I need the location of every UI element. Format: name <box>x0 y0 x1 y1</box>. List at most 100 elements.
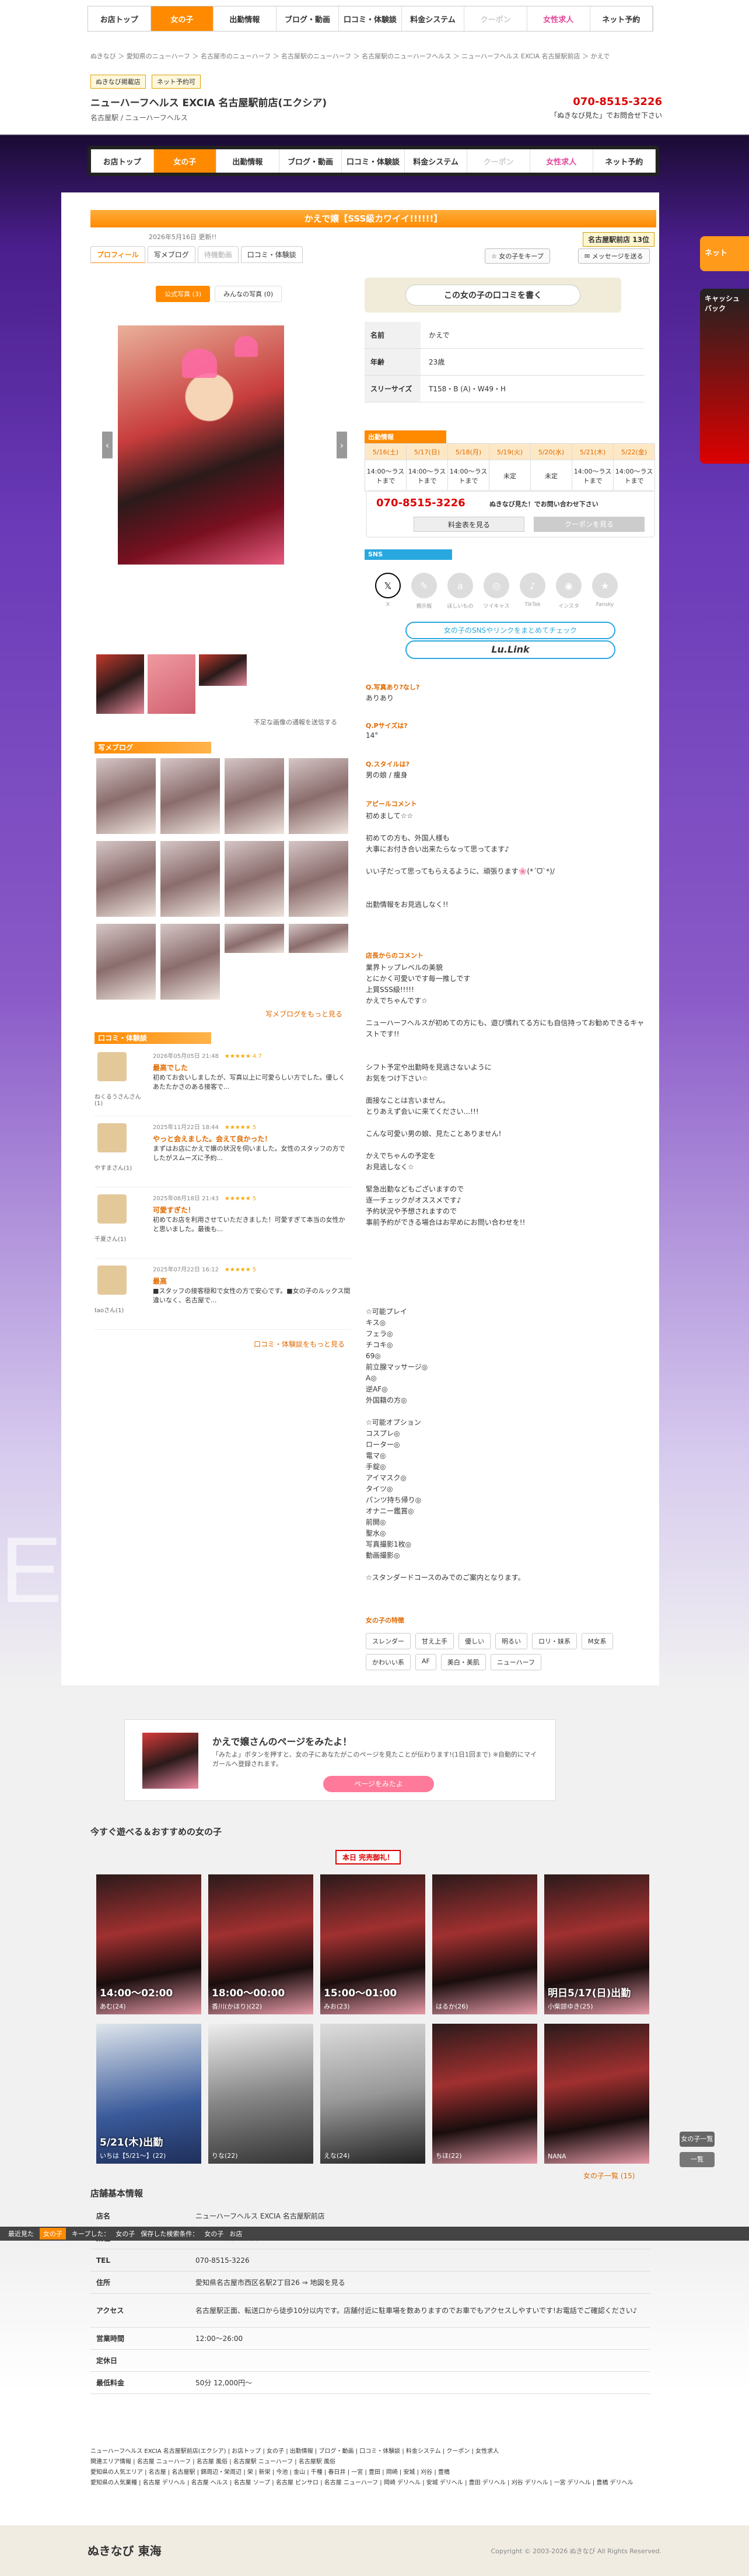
blog-thumbnail[interactable] <box>289 924 348 953</box>
review-more-link[interactable]: 口コミ・体験談をもっと見る <box>254 1339 345 1349</box>
store-address[interactable]: 愛知県名古屋市西区名駅2丁目26 ⇒ 地図を見る <box>195 2277 345 2287</box>
feature-tag[interactable]: 明るい <box>495 1633 527 1649</box>
feature-tag[interactable]: AF <box>415 1654 436 1670</box>
store-name[interactable]: ニューハーフヘルス EXCIA 名古屋駅前店 <box>195 2211 325 2221</box>
main-photo[interactable] <box>118 325 284 565</box>
feature-tag[interactable]: ロリ・妹系 <box>532 1633 577 1649</box>
keep-button[interactable]: ☆ 女の子をキープ <box>485 248 550 264</box>
blog-more-link[interactable]: 写メブログをもっと見る <box>265 1009 342 1019</box>
write-review-button[interactable]: この女の子の口コミを書く <box>405 285 580 306</box>
saved-girls[interactable]: 女の子 <box>204 2229 223 2238</box>
blog-thumbnail[interactable] <box>160 924 220 1000</box>
contact-phone[interactable]: 070-8515-3226 <box>376 497 466 509</box>
mitayo-button[interactable]: ページをみたよ <box>323 1776 434 1792</box>
nav-blog[interactable]: ブログ・動画 <box>276 6 340 31</box>
girl-card[interactable]: NANA <box>544 2024 649 2164</box>
girl-card[interactable]: 18:00〜00:00 香川(かほり)(22) <box>208 1874 313 2014</box>
tab-official-photos[interactable]: 公式写真 (3) <box>156 286 211 302</box>
next-photo-icon[interactable]: › <box>337 432 347 458</box>
nav-girls[interactable]: 女の子 <box>150 6 214 31</box>
list-side-button[interactable]: 一覧 <box>680 2152 715 2167</box>
girl-list-side-button[interactable]: 女の子一覧 <box>680 2132 715 2147</box>
nav2-recruit[interactable]: 女性求人 <box>530 149 593 173</box>
blog-thumbnail[interactable] <box>289 841 348 917</box>
nav-reserve[interactable]: ネット予約 <box>590 6 653 31</box>
blog-thumbnail[interactable] <box>96 758 156 834</box>
x-icon[interactable]: 𝕏 <box>375 573 401 598</box>
nav-reviews[interactable]: 口コミ・体験談 <box>339 6 402 31</box>
blog-thumbnail[interactable] <box>225 758 284 834</box>
blog-thumbnail[interactable] <box>96 841 156 917</box>
photo-thumbnail[interactable] <box>148 654 195 714</box>
blog-thumbnail[interactable] <box>160 841 220 917</box>
footer-links-text[interactable]: ニューハーフヘルス EXCIA 名古屋駅前店(エクシア) | お店トップ | 女… <box>90 2447 656 2489</box>
girl-card[interactable]: 15:00〜01:00 みお(23) <box>320 1874 425 2014</box>
sticker-heart <box>182 349 217 378</box>
feature-tag[interactable]: ニューハーフ <box>490 1654 541 1670</box>
nav2-girls[interactable]: 女の子 <box>153 149 217 173</box>
nav-schedule[interactable]: 出勤情報 <box>214 6 276 31</box>
review-stars: ★★★★★ 5 <box>224 1124 257 1131</box>
price-button[interactable]: 料金表を見る <box>414 517 524 532</box>
review-item[interactable]: taoさん(1) 2025年07月22日 16:12 ★★★★★ 5 最高 ■ス… <box>94 1262 351 1330</box>
feature-tag[interactable]: かわいい系 <box>366 1654 411 1670</box>
nav2-shop-top[interactable]: お店トップ <box>91 149 154 173</box>
nav2-schedule[interactable]: 出勤情報 <box>216 149 279 173</box>
review-user: ねくるうさんさん(1) <box>94 1094 141 1107</box>
review-item[interactable]: ねくるうさんさん(1) 2026年05月05日 21:48 ★★★★★ 4.7 … <box>94 1049 351 1116</box>
nav-recruit[interactable]: 女性求人 <box>527 6 590 31</box>
blog-thumbnail[interactable] <box>96 924 156 1000</box>
girl-card[interactable]: 明日5/17(日)出勤 小柴諒ゆき(25) <box>544 1874 649 2014</box>
girl-list-link[interactable]: 女の子一覧 (15) <box>583 2171 635 2181</box>
review-item[interactable]: やすまさん(1) 2025年11月22日 18:44 ★★★★★ 5 やっと会え… <box>94 1120 351 1187</box>
girl-card[interactable]: 14:00〜02:00 あむ(24) <box>96 1874 201 2014</box>
keep-girls[interactable]: 女の子 <box>116 2229 135 2238</box>
girl-card[interactable]: ちほ(22) <box>432 2024 537 2164</box>
review-item[interactable]: 千夏さん(1) 2025年08月18日 21:43 ★★★★★ 5 可愛すぎた！… <box>94 1191 351 1259</box>
sns-check-button[interactable]: 女の子のSNSやリンクをまとめてチェック <box>405 622 615 639</box>
prev-photo-icon[interactable]: ‹ <box>102 432 113 458</box>
lulink-button[interactable]: Lu.Link <box>405 640 615 659</box>
feature-tag[interactable]: スレンダー <box>366 1633 411 1649</box>
nav2-price[interactable]: 料金システム <box>405 149 468 173</box>
photo-thumbnail[interactable] <box>199 654 247 686</box>
feature-tag[interactable]: 甘え上手 <box>415 1633 454 1649</box>
message-button[interactable]: ✉ メッセージを送る <box>578 248 650 264</box>
breadcrumb[interactable]: ぬきなび ＞ 愛知県のニューハーフ ＞ 名古屋市のニューハーフ ＞ 名古屋駅のニ… <box>90 51 662 61</box>
blog-thumbnail[interactable] <box>225 841 284 917</box>
girl-card[interactable]: はるか(26) <box>432 1874 537 2014</box>
feature-tag[interactable]: 優しい <box>459 1633 491 1649</box>
nav2-reviews[interactable]: 口コミ・体験談 <box>342 149 405 173</box>
store-key: 住所 <box>96 2279 111 2287</box>
feature-tag[interactable]: M女系 <box>582 1633 613 1649</box>
saved-shops[interactable]: お店 <box>229 2229 242 2238</box>
share-tab[interactable]: ネット <box>700 236 749 271</box>
girl-card[interactable]: りな(22) <box>208 2024 313 2164</box>
store-tel[interactable]: 070-8515-3226 <box>195 2256 250 2265</box>
girl-card[interactable]: えな(24) <box>320 2024 425 2164</box>
girl-name: えな(24) <box>324 2152 350 2160</box>
tab-reviews[interactable]: 口コミ・体験談 <box>240 246 303 263</box>
nav2-reserve[interactable]: ネット予約 <box>593 149 656 173</box>
blog-thumbnail[interactable] <box>289 758 348 834</box>
blog-thumbnail[interactable] <box>160 758 220 834</box>
feature-tag[interactable]: 美白・美肌 <box>440 1654 486 1670</box>
report-link[interactable]: 不足な画像の通報を送信する <box>254 717 337 727</box>
blog-thumbnail[interactable] <box>225 924 284 953</box>
footer-links[interactable]: ニューハーフヘルス EXCIA 名古屋駅前店(エクシア) | お店トップ | 女… <box>90 2447 656 2489</box>
tab-user-photos[interactable]: みんなの写真 (0) <box>215 286 282 302</box>
review-user: やすまさん(1) <box>94 1165 132 1172</box>
footer-logo[interactable]: ぬきなび 東海 <box>88 2542 162 2559</box>
girl-name: りな(22) <box>212 2152 238 2160</box>
tab-blog[interactable]: 写メブログ <box>147 246 195 263</box>
girl-card[interactable]: 5/21(木)出勤 いちは【5/21〜】(22) <box>96 2024 201 2164</box>
cashback-banner[interactable]: キャッシュバック <box>700 289 749 464</box>
nav2-blog[interactable]: ブログ・動画 <box>279 149 342 173</box>
tab-profile[interactable]: プロフィール <box>90 246 145 263</box>
history-girls[interactable]: 女の子 <box>40 2228 66 2239</box>
nav-price[interactable]: 料金システム <box>402 6 465 31</box>
nav-shop-top[interactable]: お店トップ <box>88 6 151 31</box>
photo-thumbnail[interactable] <box>96 654 144 714</box>
phone-number[interactable]: 070-8515-3226 <box>573 96 662 108</box>
ranking-badge[interactable]: 名古屋駅前店 13位 <box>583 232 654 247</box>
